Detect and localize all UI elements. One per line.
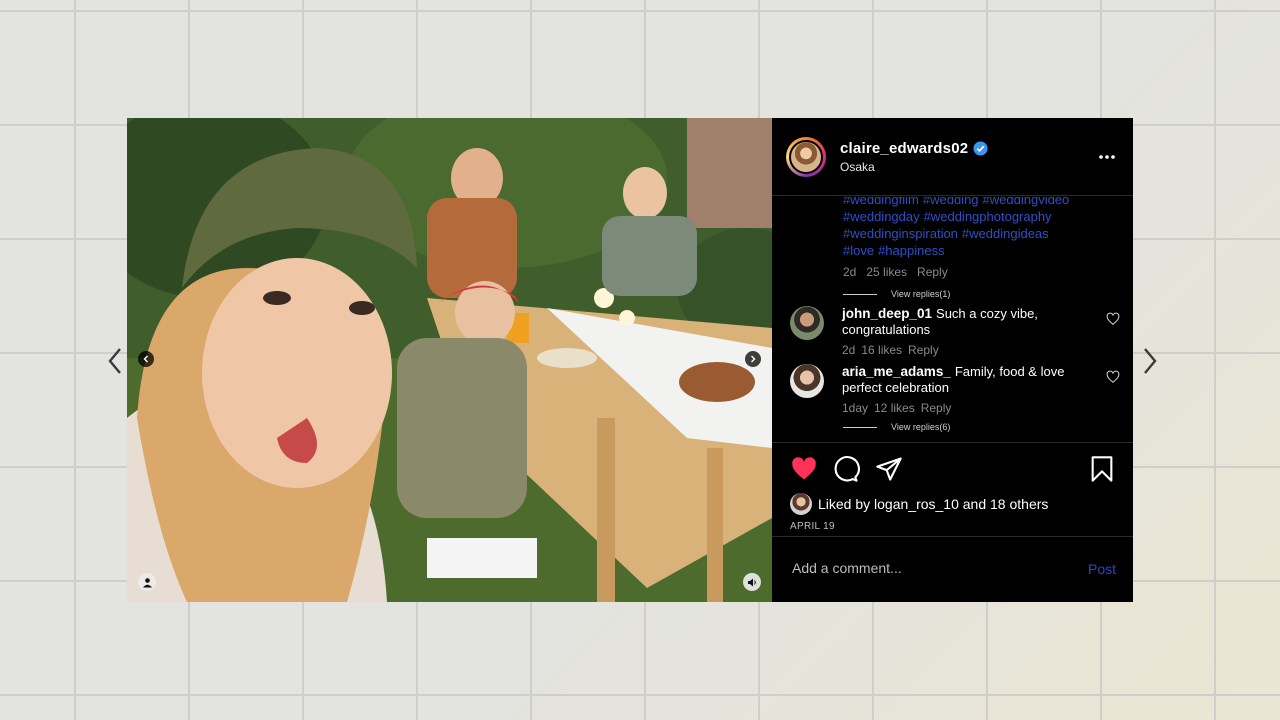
hashtag-link[interactable]: #happiness [878, 243, 945, 258]
comment-meta: 1day 12 likes Reply [842, 400, 1106, 416]
chevron-left-icon [108, 348, 121, 374]
author-avatar [789, 139, 823, 174]
media-next-button[interactable] [745, 351, 761, 367]
commenter-avatar[interactable] [790, 306, 824, 340]
commenter-username[interactable]: john_deep_01 [842, 306, 932, 321]
post-comment-button[interactable]: Post [1088, 561, 1116, 577]
hashtag-link[interactable]: #weddingphotography [924, 209, 1052, 224]
bookmark-icon[interactable] [1088, 455, 1116, 483]
liked-by-row: Liked by logan_ros_10 and 18 others [790, 493, 1048, 515]
post-date: APRIL 19 [790, 521, 835, 532]
liker-avatar[interactable] [790, 493, 812, 515]
post-sidebar: claire_edwards02 Osaka #weddingfilm #wedd… [772, 118, 1133, 602]
hashtag-link[interactable]: #weddingday [843, 209, 920, 224]
speaker-icon [747, 578, 756, 586]
tagged-users-button[interactable] [138, 573, 156, 591]
hashtag-link[interactable]: #weddingideas [962, 226, 1049, 241]
comment-meta: 2d 16 likes Reply [842, 342, 1106, 358]
chevron-right-icon [1144, 348, 1157, 374]
caption-age: 2d [843, 265, 857, 279]
comment-likes[interactable]: 12 likes [874, 400, 915, 416]
author-avatar-ring[interactable] [786, 136, 826, 177]
comment-item: john_deep_01 Such a cozy vibe, congratula… [790, 306, 1120, 358]
comment-item: aria_me_adams_ Family, food & love perfec… [790, 364, 1120, 416]
post-header: claire_edwards02 Osaka [772, 118, 1133, 196]
caption-meta: 2d 25 likes Reply [843, 264, 1113, 281]
comments-section[interactable]: #weddingfilm #wedding #weddingvideo #weddi… [772, 197, 1133, 442]
comment-reply-button[interactable]: Reply [908, 342, 939, 358]
post-card: claire_edwards02 Osaka #weddingfilm #wedd… [127, 118, 1133, 602]
add-comment-input[interactable] [790, 559, 1054, 577]
post-actions: Liked by logan_ros_10 and 18 others APRI… [772, 442, 1133, 537]
family-dinner-photo [127, 118, 772, 602]
comment-age: 1day [842, 401, 869, 415]
hashtag-link[interactable]: #weddingfilm [843, 197, 919, 207]
chevron-right-icon [751, 355, 756, 363]
previous-post-button[interactable] [100, 344, 130, 378]
comment-likes[interactable]: 16 likes [861, 342, 902, 358]
like-comment-heart-icon[interactable] [1106, 370, 1120, 384]
like-heart-icon[interactable] [790, 455, 818, 483]
post-location[interactable]: Osaka [840, 160, 1095, 174]
author-username[interactable]: claire_edwards02 [840, 140, 968, 157]
comment-age: 2d [842, 343, 856, 357]
hashtag-link[interactable]: #weddingvideo [983, 197, 1070, 207]
liked-by-text[interactable]: Liked by logan_ros_10 and 18 others [818, 496, 1048, 512]
caption-hashtags: #weddingfilm #wedding #weddingvideo #weddi… [843, 197, 1113, 303]
caption-reply-button[interactable]: Reply [917, 264, 948, 281]
commenter-username[interactable]: aria_me_adams_ [842, 364, 951, 379]
view-replies-label: View replies(1) [891, 289, 951, 299]
media-prev-button[interactable] [138, 351, 154, 367]
view-replies-button[interactable]: View replies(1) [843, 286, 1113, 303]
mute-button[interactable] [743, 573, 761, 591]
commenter-avatar[interactable] [790, 364, 824, 398]
ellipsis-icon [1099, 154, 1115, 159]
comment-icon[interactable] [832, 455, 860, 483]
caption-likes[interactable]: 25 likes [866, 264, 907, 281]
hashtag-link[interactable]: #wedding [923, 197, 979, 207]
view-replies-button[interactable]: View replies(6) [843, 422, 950, 432]
verified-badge-icon [973, 140, 988, 156]
next-post-button[interactable] [1135, 344, 1165, 378]
comment-reply-button[interactable]: Reply [921, 400, 952, 416]
add-comment-bar: Post [772, 536, 1133, 602]
hashtag-link[interactable]: #love [843, 243, 874, 258]
chevron-left-icon [143, 355, 148, 363]
user-icon [142, 577, 152, 587]
view-replies-label: View replies(6) [891, 422, 951, 432]
like-comment-heart-icon[interactable] [1106, 312, 1120, 326]
more-options-button[interactable] [1095, 147, 1119, 167]
hashtag-link[interactable]: #weddinginspiration [843, 226, 958, 241]
post-media[interactable] [127, 118, 772, 602]
share-send-icon[interactable] [875, 455, 903, 483]
